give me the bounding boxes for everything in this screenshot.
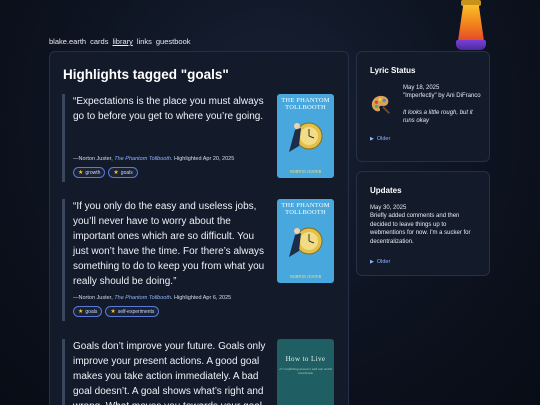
- updates-heading: Updates: [370, 186, 402, 195]
- updates-body: Briefly added comments and then decided …: [370, 213, 471, 245]
- lyric-status-heading: Lyric Status: [370, 66, 416, 75]
- book-cover-phantom-tollbooth[interactable]: THE PHANTOM TOLLBOOTH NORTON JUSTER: [277, 94, 334, 178]
- tag-list: ★ goals ★ self-experiments: [73, 306, 160, 317]
- citation-date: . Highlighted Apr 6, 2025: [170, 295, 232, 301]
- book-cover-phantom-tollbooth[interactable]: THE PHANTOM TOLLBOOTH NORTON JUSTER: [277, 199, 334, 283]
- updates-card: Updates May 30, 2025 Briefly added comme…: [356, 171, 490, 276]
- highlight-quote: “If you only do the easy and useless job…: [73, 201, 265, 287]
- lyric-song: "Imperfectly" by Ani DiFranco: [403, 93, 481, 99]
- triangle-right-icon: ▶: [370, 136, 374, 142]
- triangle-right-icon: ▶: [370, 259, 374, 265]
- highlight-quote: Goals don’t improve your future. Goals o…: [73, 341, 266, 405]
- top-nav: blake.earth cards library links guestboo…: [49, 37, 191, 46]
- highlight-quote: “Expectations is the place you must alwa…: [73, 96, 264, 122]
- star-icon: ★: [78, 170, 84, 176]
- cover-subtitle: 27 conflicting answers and one weird con…: [279, 367, 332, 375]
- cover-author: NORTON JUSTER: [289, 169, 322, 174]
- lyric-text: It looks a little rough, but it runs oka…: [403, 110, 473, 124]
- citation-book-link[interactable]: The Phantom Tollbooth: [114, 156, 171, 162]
- nav-home[interactable]: blake.earth: [49, 37, 86, 46]
- cover-title: THE PHANTOM TOLLBOOTH: [277, 202, 334, 216]
- citation-book-link[interactable]: The Phantom Tollbooth: [114, 295, 171, 301]
- tag-list: ★ growth ★ goals: [73, 167, 138, 178]
- highlight-citation: —Norton Juster, The Phantom Tollbooth. H…: [73, 295, 231, 301]
- tag-label: self-experiments: [117, 308, 155, 315]
- cover-author: NORTON JUSTER: [289, 274, 322, 279]
- lamp-glass: [458, 5, 484, 41]
- cover-illustration: [289, 122, 323, 152]
- older-label: Older: [376, 136, 391, 142]
- highlight-citation: —Norton Juster, The Phantom Tollbooth. H…: [73, 156, 234, 162]
- cover-title: How to Live: [285, 355, 326, 363]
- lamp-base: [456, 40, 486, 50]
- tag-label: goals: [120, 169, 133, 176]
- citation-author: —Norton Juster,: [73, 295, 115, 301]
- cover-title-line: TOLLBOOTH: [285, 104, 326, 111]
- citation-date: . Highlighted Apr 20, 2025: [170, 156, 235, 162]
- lyric-older-link[interactable]: ▶ Older: [370, 136, 390, 142]
- tag-goals[interactable]: ★ goals: [108, 167, 138, 178]
- cover-title-line: THE PHANTOM: [281, 97, 330, 104]
- star-icon: ★: [78, 309, 84, 315]
- palette-icon: [371, 95, 390, 114]
- citation-author: —Norton Juster,: [73, 156, 115, 162]
- tag-growth[interactable]: ★ growth: [73, 167, 106, 178]
- tag-label: goals: [85, 308, 98, 315]
- highlights-card: Highlights tagged "goals" “Expectations …: [49, 51, 349, 405]
- lyric-date: May 18, 2025: [403, 85, 440, 91]
- cover-title-line: TOLLBOOTH: [285, 209, 326, 216]
- lyric-status-card: Lyric Status May 18, 2025 "Imperfectly" …: [356, 51, 490, 162]
- book-cover-how-to-live[interactable]: How to Live 27 conflicting answers and o…: [277, 339, 334, 405]
- older-label: Older: [376, 259, 391, 265]
- page-title: Highlights tagged "goals": [63, 67, 229, 82]
- tag-self-experiments[interactable]: ★ self-experiments: [105, 306, 160, 317]
- cover-title-line: THE PHANTOM: [281, 202, 330, 209]
- star-icon: ★: [110, 309, 116, 315]
- updates-older-link[interactable]: ▶ Older: [370, 259, 390, 265]
- tag-goals[interactable]: ★ goals: [73, 306, 103, 317]
- tag-label: growth: [85, 169, 101, 176]
- nav-cards[interactable]: cards: [90, 37, 108, 46]
- lava-lamp-icon: [456, 0, 486, 50]
- nav-guestbook[interactable]: guestbook: [156, 37, 191, 46]
- cover-title: THE PHANTOM TOLLBOOTH: [277, 97, 334, 111]
- star-icon: ★: [113, 170, 119, 176]
- cover-illustration: [289, 227, 323, 257]
- nav-library[interactable]: library: [112, 37, 132, 46]
- nav-links[interactable]: links: [137, 37, 152, 46]
